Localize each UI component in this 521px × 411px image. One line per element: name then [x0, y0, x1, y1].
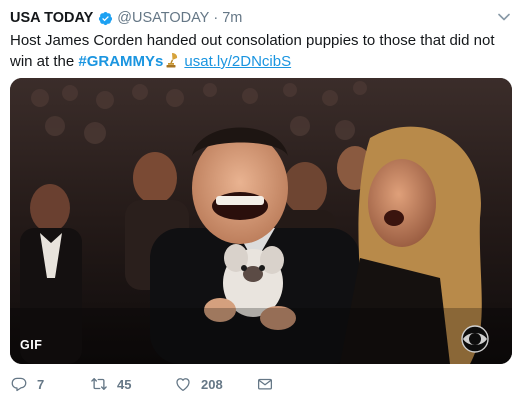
gif-badge: GIF: [20, 338, 43, 352]
direct-message-button[interactable]: [256, 375, 274, 393]
grammy-gramophone-icon: [166, 53, 178, 68]
retweet-count: 45: [117, 376, 132, 392]
hashtag-link[interactable]: #GRAMMYs: [78, 53, 163, 70]
tweet-timestamp[interactable]: 7m: [222, 10, 242, 26]
verified-badge-icon: [99, 11, 113, 25]
gif-frame-image: [10, 78, 512, 364]
retweet-button[interactable]: 45: [90, 375, 131, 393]
header-separator: ·: [213, 10, 219, 26]
tweet-header: USA TODAY @USATODAY · 7m: [10, 8, 511, 28]
tweet-text: Host James Corden handed out consolation…: [10, 30, 515, 72]
direct-message-icon: [257, 378, 273, 390]
retweet-icon: [91, 378, 107, 390]
chevron-down-icon[interactable]: [497, 10, 511, 24]
like-icon: [176, 378, 190, 392]
like-count: 208: [201, 376, 223, 392]
reply-button[interactable]: 7: [10, 375, 44, 393]
author-handle[interactable]: @USATODAY: [117, 10, 209, 26]
tweet[interactable]: USA TODAY @USATODAY · 7m Host James Cord…: [0, 0, 521, 411]
reply-count: 7: [37, 376, 45, 392]
reply-icon: [11, 377, 27, 392]
cbs-eye-icon: [461, 325, 489, 353]
author-name[interactable]: USA TODAY: [10, 10, 93, 26]
gif-media[interactable]: GIF: [10, 78, 512, 364]
shortened-url-link[interactable]: usat.ly/2DNcibS: [184, 53, 291, 70]
like-button[interactable]: 208: [174, 375, 223, 393]
